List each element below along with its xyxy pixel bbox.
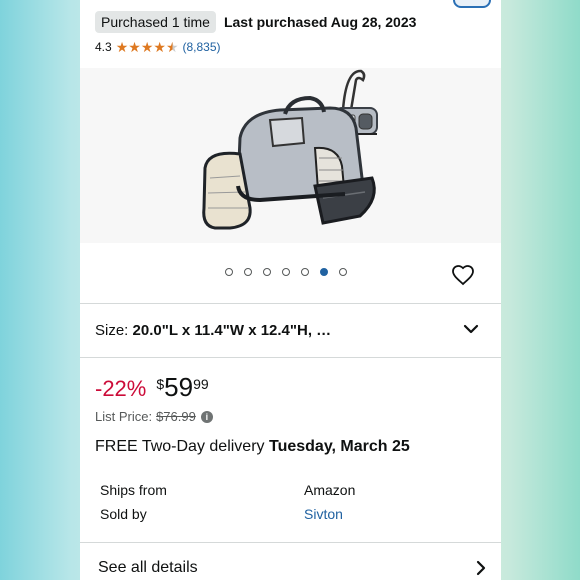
seller-link[interactable]: Sivton [304,506,343,522]
info-icon[interactable]: i [200,410,213,423]
list-price: List Price: $76.99 i [95,409,213,424]
purchased-badge: Purchased 1 time [95,11,216,33]
price-fraction: 99 [193,376,209,392]
delivery-info: FREE Two-Day delivery Tuesday, March 25 [95,438,410,456]
large-carrier-image [202,95,376,230]
see-all-details-row[interactable]: See all details [80,542,501,580]
ships-from-value: Amazon [304,482,356,498]
carousel-dot[interactable] [225,268,233,276]
rating-row[interactable]: 4.3 ★ ★ ★ ★ ★ (8,835) [95,40,221,54]
carousel-dot[interactable] [320,268,328,276]
rating-count-link[interactable]: (8,835) [183,40,221,54]
star-icon: ★ [115,39,129,55]
carousel-dot[interactable] [282,268,290,276]
list-price-label: List Price: [95,409,153,424]
sold-by-row: Sold by Sivton [100,502,480,526]
top-partial-button[interactable] [453,0,491,8]
size-text: Size: 20.0"L x 11.4"W x 12.4"H, … [95,322,331,339]
price-whole: 59 [164,372,194,402]
purchase-history: Purchased 1 time Last purchased Aug 28, … [95,10,416,34]
list-price-value: $76.99 [156,409,196,424]
carousel-dot[interactable] [244,268,252,276]
last-purchased-text: Last purchased Aug 28, 2023 [223,14,417,30]
price-block: -22% $ 59 99 [95,372,209,403]
product-card: Purchased 1 time Last purchased Aug 28, … [80,0,501,580]
current-price: $ 59 99 [156,372,208,403]
heart-outline-icon[interactable] [451,263,475,287]
ships-from-row: Ships from Amazon [100,478,480,502]
chevron-right-icon[interactable] [475,560,487,576]
rating-value: 4.3 [95,40,112,54]
sold-by-label: Sold by [100,506,147,522]
carousel-dot[interactable] [263,268,271,276]
star-icon: ★ [128,39,141,55]
star-icon: ★ [153,39,166,55]
delivery-prefix: FREE Two-Day delivery [95,438,269,455]
discount-percent: -22% [95,376,147,401]
star-half-icon: ★ [165,39,179,55]
price-symbol: $ [156,376,165,392]
star-rating: ★ ★ ★ ★ ★ [116,40,179,54]
carousel-dot[interactable] [301,268,309,276]
carousel-dot[interactable] [339,268,347,276]
carousel-dots [225,268,358,276]
size-value: 20.0"L x 11.4"W x 12.4"H, … [132,322,332,339]
pet-carrier-image [202,69,378,230]
product-image[interactable] [80,68,501,243]
fulfillment-details: Ships from Amazon Sold by Sivton [100,478,480,526]
delivery-date: Tuesday, March 25 [268,438,410,455]
see-all-details-label: See all details [98,559,198,576]
image-carousel-controls [80,243,501,304]
ships-from-label: Ships from [100,482,167,498]
size-selector[interactable]: Size: 20.0"L x 11.4"W x 12.4"H, … [80,303,501,358]
star-icon: ★ [140,39,154,55]
chevron-down-icon[interactable] [463,323,479,335]
size-label: Size: [95,322,133,339]
